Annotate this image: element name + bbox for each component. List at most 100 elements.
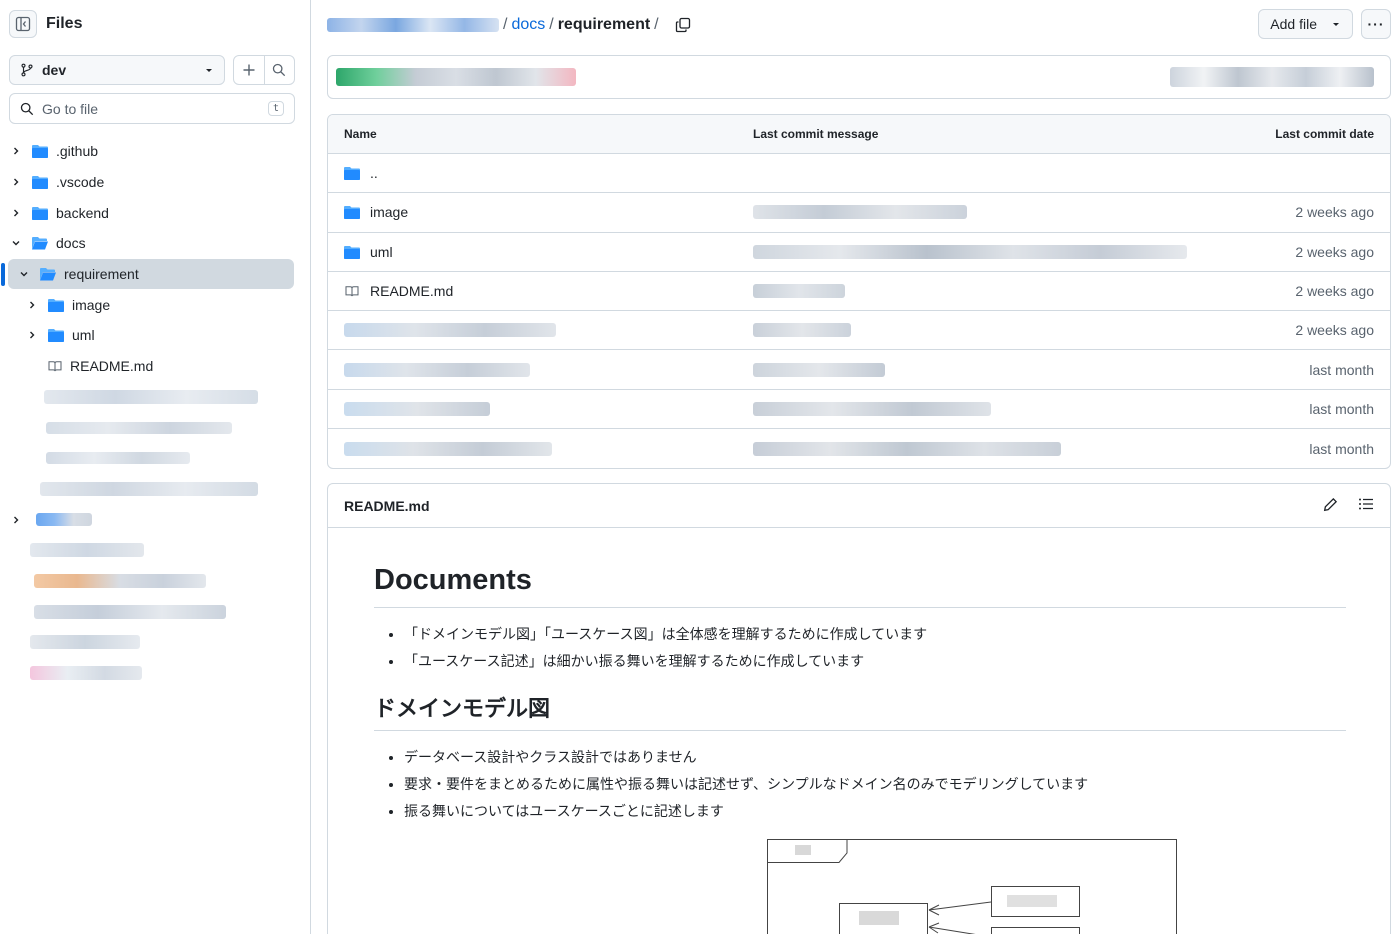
tree-item-redacted[interactable]	[0, 535, 310, 566]
tree-item-readme[interactable]: README.md	[0, 351, 310, 382]
column-commit-message: Last commit message	[753, 127, 879, 141]
redacted-file-name[interactable]	[344, 362, 530, 377]
folder-icon	[48, 298, 64, 312]
tree-item-redacted[interactable]	[0, 627, 310, 658]
search-icon	[273, 63, 286, 77]
latest-commit-bar	[327, 55, 1391, 99]
list-item: 「ユースケース記述」は細かい振る舞いを理解するために作成しています	[404, 649, 1346, 676]
tree-item-redacted[interactable]	[0, 443, 310, 474]
intro-list: 「ドメインモデル図」「ユースケース図」は全体感を理解するために作成しています 「…	[374, 622, 1346, 676]
tree-item-redacted[interactable]	[0, 658, 310, 689]
tree-item-redacted[interactable]	[0, 566, 310, 597]
table-row[interactable]: last month	[328, 350, 1390, 390]
readme-heading-documents: Documents	[374, 563, 1346, 608]
redacted-commit-meta[interactable]	[1170, 67, 1374, 87]
tree-item-label: image	[72, 296, 111, 313]
tree-item-uml[interactable]: uml	[0, 320, 310, 351]
search-files-button[interactable]	[265, 56, 295, 84]
chevron-right-icon	[10, 515, 22, 525]
breadcrumb-separator: /	[654, 16, 659, 33]
table-row[interactable]: last month	[328, 390, 1390, 430]
chevron-right-icon	[26, 300, 38, 310]
folder-icon	[48, 329, 64, 343]
pencil-icon	[1323, 497, 1338, 511]
readme-filename: README.md	[344, 497, 430, 514]
parent-directory-label: ..	[370, 165, 378, 182]
redacted-commit-message[interactable]	[753, 323, 851, 338]
tree-item-github[interactable]: .github	[0, 136, 310, 167]
plus-icon	[243, 64, 255, 76]
file-tree: .github .vscode backend docs requirement…	[0, 136, 310, 688]
go-to-file-placeholder: Go to file	[42, 100, 99, 117]
tree-item-redacted[interactable]	[0, 474, 310, 505]
go-to-file-input[interactable]: Go to file t	[9, 93, 295, 124]
folder-open-icon	[40, 268, 56, 281]
add-file-button[interactable]: Add file	[1258, 9, 1353, 39]
redacted-block	[40, 481, 258, 496]
table-row[interactable]: README.md 2 weeks ago	[328, 272, 1390, 312]
tree-item-redacted[interactable]	[0, 382, 310, 413]
redacted-file-name[interactable]	[344, 441, 552, 456]
branch-row: dev	[9, 55, 295, 85]
add-file-label: Add file	[1270, 16, 1317, 32]
redacted-commit-info[interactable]	[336, 68, 576, 86]
tree-item-redacted-folder[interactable]	[0, 504, 310, 535]
tree-item-image[interactable]: image	[0, 289, 310, 320]
tree-item-redacted[interactable]	[0, 412, 310, 443]
caret-down-icon	[206, 69, 212, 72]
table-row[interactable]: image 2 weeks ago	[328, 193, 1390, 233]
copy-path-button[interactable]	[675, 17, 691, 33]
breadcrumb: / docs / requirement /	[327, 14, 691, 36]
tree-item-docs[interactable]: docs	[0, 228, 310, 259]
commit-date: last month	[1309, 440, 1374, 457]
tree-item-vscode[interactable]: .vscode	[0, 167, 310, 198]
chevron-right-icon	[10, 208, 22, 218]
parent-directory-row[interactable]: ..	[328, 154, 1390, 194]
redacted-block	[34, 573, 206, 588]
list-item: 要求・要件をまとめるために属性や振る舞いは記述せず、シンプルなドメイン名のみでモ…	[404, 772, 1346, 799]
branch-selector[interactable]: dev	[9, 55, 225, 85]
list-item: 振る舞いについてはユースケースごとに記述します	[404, 799, 1346, 826]
commit-date: 2 weeks ago	[1295, 204, 1374, 221]
collapse-sidebar-button[interactable]	[9, 10, 37, 38]
commit-date: last month	[1309, 400, 1374, 417]
commit-date: last month	[1309, 361, 1374, 378]
breadcrumb-separator: /	[549, 16, 554, 33]
redacted-file-name[interactable]	[344, 323, 556, 338]
tree-item-label: docs	[56, 235, 86, 252]
redacted-file-name[interactable]	[344, 401, 490, 416]
redacted-block	[34, 604, 226, 619]
tree-item-backend[interactable]: backend	[0, 197, 310, 228]
tree-item-redacted[interactable]	[0, 596, 310, 627]
readme-panel: README.md Documents 「ドメインモデル図」「ユースケース図」は…	[327, 483, 1391, 934]
chevron-down-icon	[10, 238, 22, 248]
redacted-block	[46, 421, 232, 434]
breadcrumb-docs[interactable]: docs	[511, 16, 545, 34]
file-name[interactable]: uml	[370, 244, 393, 260]
file-name[interactable]: README.md	[370, 283, 453, 299]
edit-file-button[interactable]	[1323, 497, 1338, 515]
redacted-commit-message[interactable]	[753, 284, 845, 299]
sidebar-header: Files	[9, 10, 82, 38]
table-row[interactable]: 2 weeks ago	[328, 311, 1390, 351]
file-tree-sidebar: Files dev Go to file t .github .vscode b…	[0, 0, 311, 934]
redacted-commit-message[interactable]	[753, 362, 885, 377]
file-name[interactable]: image	[370, 204, 408, 220]
chevron-right-icon	[10, 177, 22, 187]
outline-button[interactable]	[1358, 497, 1374, 514]
tree-item-label: backend	[56, 204, 109, 221]
redacted-commit-message[interactable]	[753, 205, 967, 220]
sidebar-collapse-icon	[15, 16, 31, 32]
table-row[interactable]: uml 2 weeks ago	[328, 233, 1390, 272]
folder-icon	[344, 206, 360, 220]
chevron-right-icon	[26, 330, 38, 340]
redacted-commit-message[interactable]	[753, 244, 1187, 259]
more-options-button[interactable]: ···	[1361, 9, 1391, 39]
tree-item-requirement[interactable]: requirement	[1, 258, 294, 290]
redacted-commit-message[interactable]	[753, 441, 1061, 456]
redacted-repo-name[interactable]	[327, 18, 499, 32]
table-row[interactable]: last month	[328, 429, 1390, 468]
add-file-icon-button[interactable]	[234, 56, 265, 84]
redacted-commit-message[interactable]	[753, 401, 991, 416]
folder-open-icon	[32, 237, 48, 250]
